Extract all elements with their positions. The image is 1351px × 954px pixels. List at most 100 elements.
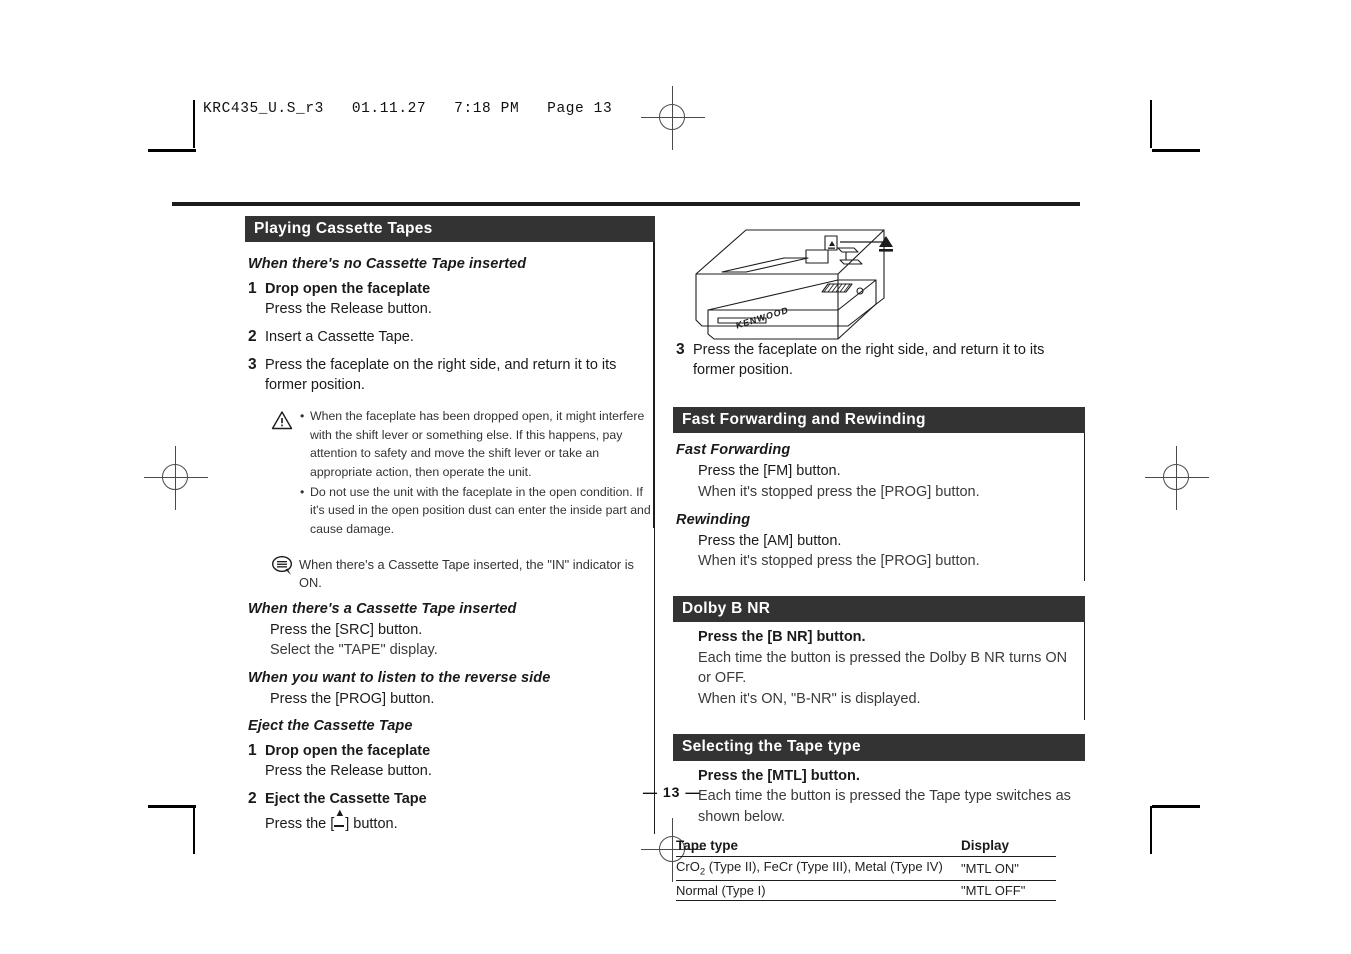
section-title-dolby-b-nr: Dolby B NR: [673, 595, 1085, 623]
step-number: 2: [248, 789, 257, 807]
eject-icon: ▲: [334, 807, 345, 830]
step-number: 3: [676, 341, 685, 358]
step-body: Eject the Cassette Tape Press the [▲] bu…: [265, 789, 654, 835]
registration-mark-right: [1145, 446, 1209, 510]
registration-vline: [174, 446, 176, 510]
step-body: Press the faceplate on the right side, a…: [265, 355, 654, 395]
step-number: 3: [248, 355, 257, 373]
subheading-rewinding: Rewinding: [676, 511, 751, 528]
step-number: 1: [248, 742, 257, 760]
eject-callout-icon: [879, 236, 893, 252]
section-body-dolby-b-nr: Press the [B NR] button. Each time the b…: [673, 622, 1085, 721]
section-title-playing-cassette-tapes: Playing Cassette Tapes: [245, 216, 655, 243]
step-body: Drop open the faceplate Press the Releas…: [265, 279, 654, 320]
step-title: Drop open the faceplate: [265, 743, 431, 760]
cell-display: "MTL ON": [949, 856, 1056, 882]
step-number: 2: [248, 327, 257, 345]
step-body: Drop open the faceplate Press the Releas…: [265, 741, 654, 782]
step-detail: Press the Release button.: [265, 763, 432, 780]
instruction-line: When it's ON, "B-NR" is displayed.: [698, 690, 921, 707]
tip-text: When there's a Cassette Tape inserted, t…: [299, 556, 634, 590]
subheading-fast-forwarding: Fast Forwarding: [676, 442, 791, 459]
instruction-line: Press the [PROG] button.: [270, 690, 435, 707]
crop-mark-bottom-left-vertical: [193, 806, 195, 854]
step-item: 1 Drop open the faceplate Press the Rele…: [248, 279, 654, 320]
step-item: 3 Press the faceplate on the right side,…: [676, 340, 1085, 380]
crop-mark-top-left-vertical: [193, 100, 195, 148]
step-body: Insert a Cassette Tape.: [265, 327, 654, 348]
cell-tape-type: CrO2 (Type II), FeCr (Type III), Metal (…: [676, 856, 949, 882]
crop-mark-bottom-left-horizontal: [148, 805, 196, 808]
detail-suffix: ] button.: [345, 815, 398, 832]
caution-note: When the faceplate has been dropped open…: [271, 407, 654, 540]
table-row: Normal (Type I) "MTL OFF": [676, 880, 1056, 902]
warning-triangle-icon: [271, 407, 297, 540]
registration-mark-left: [144, 446, 208, 510]
registration-hline: [144, 476, 208, 478]
registration-vline: [1175, 446, 1177, 510]
caution-item: Do not use the unit with the faceplate i…: [300, 483, 654, 539]
table-row: CrO2 (Type II), FeCr (Type III), Metal (…: [676, 856, 1056, 882]
section-title-fast-forwarding-rewinding: Fast Forwarding and Rewinding: [673, 407, 1085, 434]
step-number: 1: [248, 280, 257, 298]
cell-text: (Type II), FeCr (Type III), Metal (Type …: [705, 859, 943, 875]
instruction-line: Press the [MTL] button.: [698, 767, 860, 784]
section-body-fast-forwarding-rewinding: Fast Forwarding Press the [FM] button. W…: [673, 433, 1085, 581]
cell-display: "MTL OFF": [949, 880, 1056, 902]
step-item: 2 Eject the Cassette Tape Press the [▲] …: [248, 789, 654, 835]
step-item: 1 Drop open the faceplate Press the Rele…: [248, 741, 654, 782]
caution-item: When the faceplate has been dropped open…: [300, 407, 654, 482]
instruction-line: Press the [FM] button.: [698, 463, 841, 480]
registration-mark-top: [641, 86, 705, 150]
subheading-eject-cassette-tape: Eject the Cassette Tape: [248, 718, 413, 735]
brand-wordmark: KENWOOD: [735, 305, 789, 331]
instruction-line: Each time the button is pressed the Dolb…: [698, 649, 1068, 687]
file-header-text: KRC435_U.S_r3 01.11.27 7:18 PM Page 13: [203, 101, 613, 117]
section-body-playing-cassette-tapes: When there's no Cassette Tape inserted 1…: [245, 242, 655, 835]
column-header-tape-type: Tape type: [676, 838, 949, 858]
step-title: Drop open the faceplate: [265, 281, 431, 298]
step-item: 2 Insert a Cassette Tape.: [248, 327, 654, 348]
instruction-line: Press the [SRC] button.: [270, 621, 423, 638]
instruction-line: Select the "TAPE" display.: [270, 642, 438, 659]
left-column: Playing Cassette Tapes When there's no C…: [245, 216, 655, 835]
caution-list: When the faceplate has been dropped open…: [297, 407, 654, 540]
page-top-rule: [172, 202, 1080, 206]
section-playing-cassette-tapes: Playing Cassette Tapes When there's no C…: [245, 216, 655, 835]
page-number: — 13 —: [643, 784, 701, 800]
crop-mark-top-right-vertical: [1150, 100, 1152, 148]
instruction-line: When it's stopped press the [PROG] butto…: [698, 483, 980, 500]
column-header-display: Display: [949, 838, 1056, 858]
tape-type-table: Tape type Display CrO2 (Type II), FeCr (…: [676, 838, 1056, 902]
note-bubble-icon: [271, 554, 299, 581]
section-dolby-b-nr: Dolby B NR Press the [B NR] button. Each…: [673, 595, 1085, 721]
right-column: 3 Press the faceplate on the right side,…: [673, 340, 1085, 902]
instruction-line: Each time the button is pressed the Tape…: [698, 788, 1071, 825]
instruction-line: When it's stopped press the [PROG] butto…: [698, 553, 980, 570]
step-title: Insert a Cassette Tape.: [265, 328, 414, 345]
subheading-no-tape-inserted: When there's no Cassette Tape inserted: [248, 256, 527, 273]
section-title-selecting-tape-type: Selecting the Tape type: [673, 734, 1085, 761]
cell-tape-type: Normal (Type I): [676, 880, 949, 902]
step-item: 3 Press the faceplate on the right side,…: [248, 355, 654, 395]
step-detail: Press the [▲] button.: [265, 807, 654, 835]
faceplate-eject-illustration: KENWOOD: [688, 222, 903, 340]
registration-vline: [671, 86, 673, 150]
tip-note: When there's a Cassette Tape inserted, t…: [271, 554, 654, 592]
crop-mark-top-left-horizontal: [148, 149, 196, 152]
cell-text: CrO: [676, 859, 700, 875]
detail-prefix: Press the [: [265, 815, 335, 832]
cell-text: Normal (Type I): [676, 883, 766, 899]
step-detail: Press the Release button.: [265, 301, 432, 318]
crop-mark-bottom-right-horizontal: [1152, 805, 1200, 808]
table-header-row: Tape type Display: [676, 838, 1056, 858]
step-body: Press the faceplate on the right side, a…: [693, 340, 1085, 380]
step-title: Press the faceplate on the right side, a…: [693, 342, 1045, 378]
registration-hline: [1145, 476, 1209, 478]
subheading-tape-inserted: When there's a Cassette Tape inserted: [248, 600, 517, 617]
step-title: Eject the Cassette Tape: [265, 790, 427, 807]
section-body-selecting-tape-type: Press the [MTL] button. Each time the bu…: [673, 761, 1085, 902]
section-fast-forwarding-rewinding: Fast Forwarding and Rewinding Fast Forwa…: [673, 407, 1085, 581]
section-selecting-tape-type: Selecting the Tape type Press the [MTL] …: [673, 734, 1085, 902]
crop-mark-bottom-right-vertical: [1150, 806, 1152, 854]
